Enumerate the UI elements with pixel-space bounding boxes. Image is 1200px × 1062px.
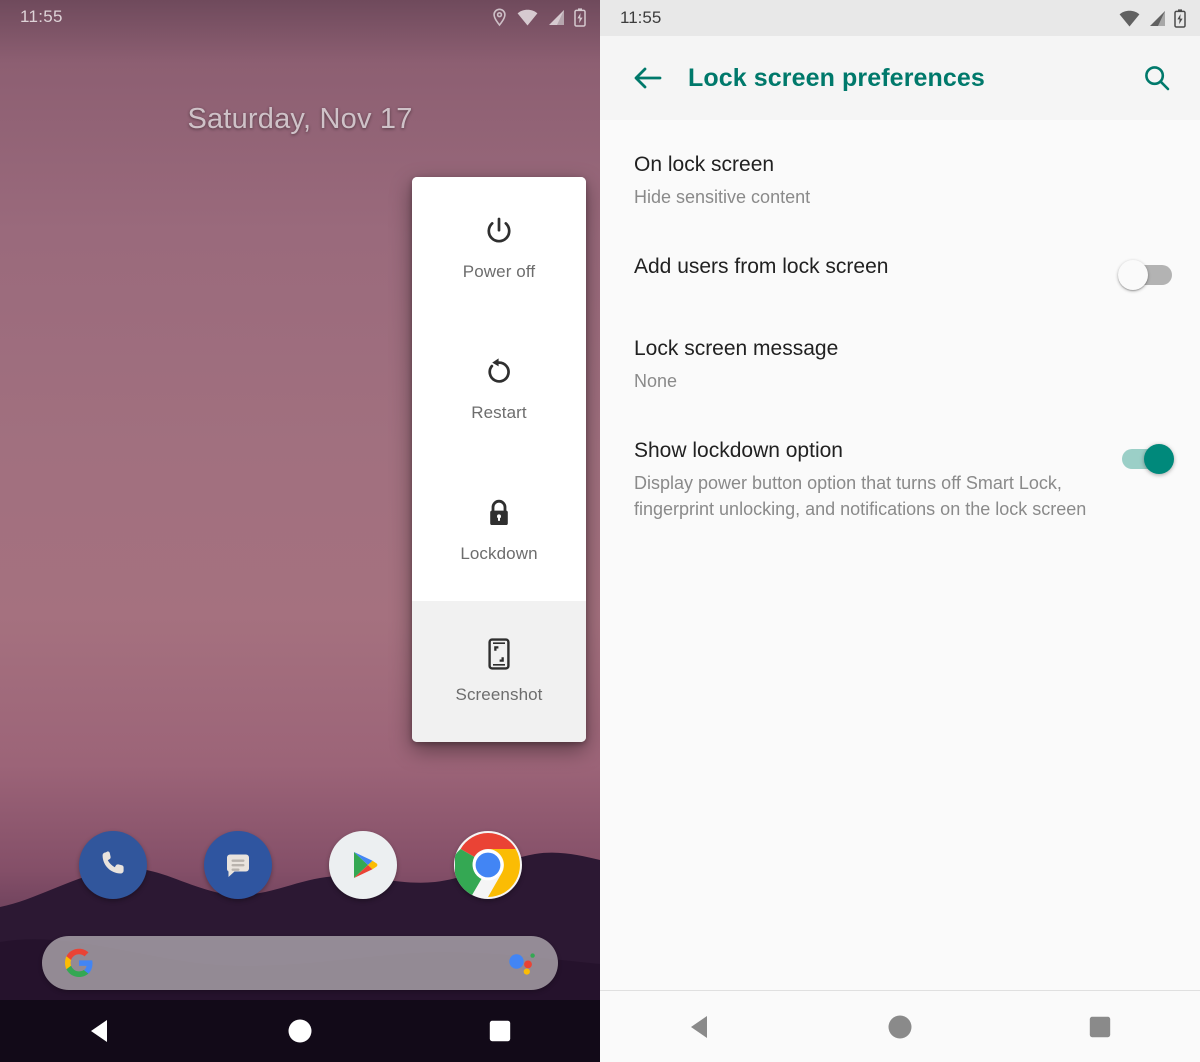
preference-title: On lock screen (634, 153, 775, 176)
messages-icon (226, 854, 249, 877)
google-search-bar[interactable] (42, 936, 558, 990)
page-title: Lock screen preferences (688, 63, 985, 92)
power-menu-item-screenshot[interactable]: Screenshot (412, 600, 586, 742)
recents-square-icon (1089, 1016, 1111, 1037)
phone-icon (102, 851, 124, 874)
preference-title: Lock screen message (634, 336, 839, 360)
dual-phone-screenshot: 11:55 Saturday, Nov 17 Power off Restart… (0, 0, 1200, 1062)
nav-recents-button[interactable] (1070, 1007, 1130, 1047)
preference-texts: Lock screen message None (634, 336, 1176, 394)
location-icon (493, 7, 506, 26)
preference-title: Show lockdown option (634, 438, 843, 462)
toggle-thumb (1144, 443, 1174, 474)
power-menu-item-restart[interactable]: Restart (412, 318, 586, 460)
preference-summary: Display power button option that turns o… (634, 472, 1087, 519)
screenshot-icon (482, 637, 516, 671)
play-store-icon (353, 852, 377, 878)
google-g-icon (65, 948, 93, 977)
right-navigation-bar (600, 990, 1200, 1062)
nav-home-button[interactable] (870, 1007, 930, 1047)
home-circle-icon (288, 1019, 312, 1043)
power-icon (482, 214, 516, 248)
status-clock: 11:55 (620, 8, 662, 27)
preference-texts: Show lockdown option Display power butto… (634, 438, 1118, 522)
preference-row-show-lockdown-option[interactable]: Show lockdown option Display power butto… (600, 416, 1200, 544)
nav-home-button[interactable] (270, 1011, 330, 1051)
power-menu-label: Power off (462, 261, 536, 281)
back-triangle-icon (91, 1020, 107, 1042)
status-icons-group (1119, 8, 1186, 28)
preference-row-lock-screen-message[interactable]: Lock screen message None (600, 314, 1200, 416)
signal-icon (549, 9, 564, 25)
home-circle-icon (888, 1015, 912, 1038)
back-triangle-icon (691, 1015, 707, 1038)
nav-back-button[interactable] (670, 1007, 730, 1047)
preference-texts: On lock screen Hide sensitive content (634, 152, 1176, 210)
signal-icon (1150, 10, 1165, 26)
wifi-icon (1119, 10, 1140, 26)
preference-texts: Add users from lock screen (634, 254, 1118, 281)
toggle-switch-add-users[interactable] (1118, 258, 1176, 292)
status-clock: 11:55 (20, 7, 63, 26)
preferences-list: On lock screen Hide sensitive content Ad… (600, 120, 1200, 544)
power-menu-label: Screenshot (455, 685, 543, 705)
power-menu-item-power-off[interactable]: Power off (412, 177, 586, 319)
left-status-bar: 11:55 (0, 0, 600, 34)
left-navigation-bar (0, 1000, 600, 1062)
chrome-icon (454, 833, 520, 898)
dock-app-messages[interactable] (203, 831, 272, 899)
settings-app-header: Lock screen preferences (600, 36, 1200, 120)
preference-row-add-users[interactable]: Add users from lock screen (600, 232, 1200, 314)
dock-app-chrome[interactable] (453, 831, 522, 899)
right-status-bar: 11:55 (600, 0, 1200, 36)
home-date-widget: Saturday, Nov 17 (187, 103, 413, 135)
restart-icon (482, 355, 516, 389)
left-phone-home-screen: 11:55 Saturday, Nov 17 Power off Restart… (0, 0, 600, 1062)
dock-app-play-store[interactable] (328, 831, 397, 899)
power-menu-label: Lockdown (460, 544, 538, 564)
google-assistant-icon[interactable] (508, 951, 536, 975)
preference-title: Add users from lock screen (634, 254, 889, 278)
dock-app-phone[interactable] (78, 831, 147, 899)
battery-charging-icon (574, 7, 586, 27)
nav-recents-button[interactable] (470, 1011, 530, 1051)
arrow-back-icon[interactable] (624, 55, 670, 101)
wifi-icon (517, 9, 538, 25)
power-menu-label: Restart (471, 402, 527, 422)
lock-icon (482, 496, 516, 530)
preference-summary: Hide sensitive content (634, 186, 811, 207)
power-menu-dialog: Power off Restart Lockdown Screenshot (412, 177, 586, 742)
power-menu-item-lockdown[interactable]: Lockdown (412, 459, 586, 601)
home-dock (0, 831, 600, 899)
search-icon[interactable] (1134, 55, 1180, 101)
preference-summary: None (634, 370, 678, 391)
preference-row-on-lock-screen[interactable]: On lock screen Hide sensitive content (600, 130, 1200, 232)
toggle-thumb (1118, 259, 1148, 290)
nav-back-button[interactable] (70, 1011, 130, 1051)
right-phone-settings-screen: 11:55 Lock screen preferences On lock sc… (600, 0, 1200, 1062)
toggle-switch-show-lockdown-option[interactable] (1118, 442, 1176, 476)
recents-square-icon (489, 1020, 511, 1042)
status-icons-group (491, 7, 586, 27)
battery-charging-icon (1174, 8, 1186, 28)
